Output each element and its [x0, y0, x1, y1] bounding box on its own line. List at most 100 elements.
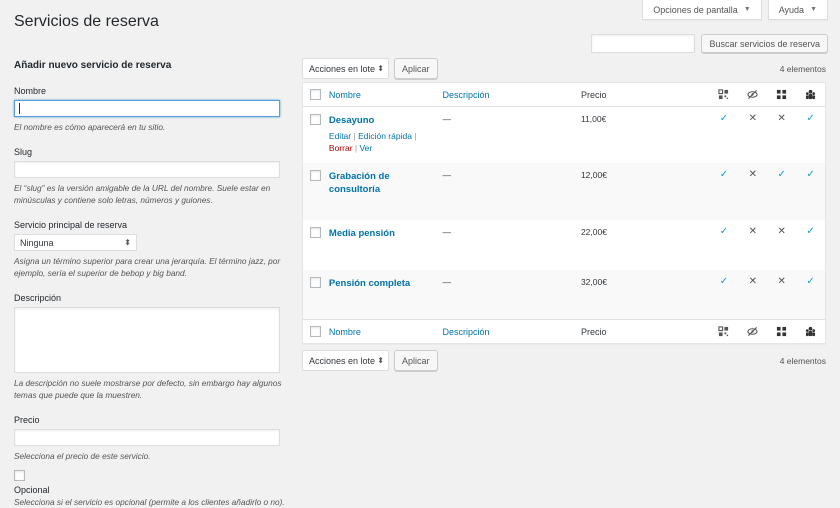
- column-price-footer: Precio: [580, 326, 607, 337]
- terms-table: Nombre Descripción Precio Desayuno Edita…: [302, 82, 826, 344]
- apply-button-bottom[interactable]: Aplicar: [394, 350, 438, 371]
- table-row: Desayuno Editar | Edición rápida | Borra…: [303, 107, 825, 163]
- screen-options-button[interactable]: Opciones de pantalla ▼: [642, 0, 762, 20]
- check-icon: ✓: [806, 226, 815, 237]
- row-checkbox[interactable]: [310, 277, 322, 288]
- table-row: Pensión completa — 32,00€ ✓ ✕ ✕ ✓: [303, 270, 825, 319]
- help-button[interactable]: Ayuda ▼: [767, 0, 828, 20]
- parent-field-wrap: Servicio principal de reserva Ninguna ⬍ …: [14, 220, 294, 279]
- check-icon: ✓: [719, 226, 729, 237]
- select-all-checkbox[interactable]: [310, 89, 322, 100]
- check-icon: ✓: [719, 169, 729, 180]
- description-label: Descripción: [14, 293, 62, 303]
- row-checkbox[interactable]: [310, 114, 322, 125]
- row-price: 11,00€: [580, 114, 607, 124]
- name-label: Nombre: [14, 86, 47, 96]
- help-label: Ayuda: [778, 4, 805, 15]
- slug-field-wrap: Slug El “slug” es la versión amigable de…: [14, 147, 294, 206]
- search-button[interactable]: Buscar servicios de reserva: [701, 34, 828, 53]
- row-description: —: [442, 227, 451, 237]
- view-link[interactable]: Ver: [359, 143, 372, 153]
- column-name-header[interactable]: Nombre: [329, 90, 443, 100]
- qr-grid-icon: [709, 89, 738, 100]
- group-icon: [796, 326, 825, 337]
- check-icon: ✓: [777, 169, 786, 180]
- text-cursor: [19, 103, 20, 114]
- select-all-checkbox-footer[interactable]: [310, 326, 322, 337]
- row-title-link[interactable]: Media pensión: [329, 227, 443, 240]
- column-name-footer[interactable]: Nombre: [329, 327, 443, 337]
- table-footer: Nombre Descripción Precio: [303, 319, 825, 343]
- check-icon: ✓: [719, 276, 729, 287]
- add-term-form: Añadir nuevo servicio de reserva Nombre …: [14, 60, 294, 508]
- page-title: Servicios de reserva: [14, 13, 159, 30]
- delete-link[interactable]: Borrar: [329, 143, 353, 153]
- row-title-link[interactable]: Grabación de consultoría: [329, 170, 443, 196]
- group-icon: [796, 89, 825, 100]
- search-input[interactable]: [591, 34, 696, 53]
- check-icon: ✓: [719, 113, 729, 124]
- cross-icon: ✕: [777, 113, 786, 124]
- name-field-wrap: Nombre El nombre es cómo aparecerá en tu…: [14, 86, 294, 133]
- edit-link[interactable]: Editar: [329, 131, 351, 141]
- bulk-actions-select-bottom[interactable]: Acciones en lote ⬍: [302, 350, 389, 371]
- row-title-link[interactable]: Desayuno: [329, 114, 443, 127]
- optional-checkbox[interactable]: [14, 470, 25, 481]
- row-price: 22,00€: [580, 227, 607, 237]
- price-help: Selecciona el precio de este servicio.: [14, 451, 151, 461]
- price-field-wrap: Precio Selecciona el precio de este serv…: [14, 415, 294, 462]
- cross-icon: ✕: [777, 276, 786, 287]
- row-title-link[interactable]: Pensión completa: [329, 277, 443, 290]
- description-textarea[interactable]: [14, 307, 280, 373]
- row-actions: Editar | Edición rápida | Borrar | Ver: [328, 131, 417, 153]
- quick-edit-link[interactable]: Edición rápida: [358, 131, 412, 141]
- check-icon: ✓: [806, 276, 815, 287]
- price-input[interactable]: [14, 429, 280, 446]
- select-arrows-icon: ⬍: [377, 64, 384, 73]
- column-description-header[interactable]: Descripción: [442, 90, 580, 100]
- parent-help: Asigna un término superior para crear un…: [14, 256, 281, 278]
- screen-meta-links: Opciones de pantalla ▼ Ayuda ▼: [642, 0, 828, 20]
- four-squares-icon: [767, 89, 796, 100]
- items-count: 4 elementos: [779, 63, 826, 74]
- tablenav-bottom: Acciones en lote ⬍ Aplicar 4 elementos: [302, 350, 826, 371]
- form-heading: Añadir nuevo servicio de reserva: [14, 60, 172, 71]
- table-header: Nombre Descripción Precio: [303, 83, 825, 107]
- name-input[interactable]: [14, 100, 280, 117]
- caret-down-icon: ▼: [810, 6, 817, 13]
- row-description: —: [442, 277, 451, 287]
- bulk-actions-value: Acciones en lote: [309, 63, 376, 74]
- row-checkbox[interactable]: [310, 170, 322, 181]
- cross-icon: ✕: [748, 226, 757, 237]
- slug-input[interactable]: [14, 161, 280, 178]
- optional-field-wrap: Opcional Selecciona si el servicio es op…: [14, 470, 294, 508]
- eye-slash-icon: [738, 89, 767, 100]
- check-icon: ✓: [806, 169, 815, 180]
- caret-down-icon: ▼: [743, 6, 751, 13]
- cross-icon: ✕: [777, 226, 786, 237]
- column-description-footer[interactable]: Descripción: [442, 327, 580, 337]
- apply-button[interactable]: Aplicar: [394, 58, 438, 79]
- tablenav-top: Acciones en lote ⬍ Aplicar 4 elementos: [302, 58, 826, 79]
- cross-icon: ✕: [748, 113, 757, 124]
- slug-label: Slug: [14, 147, 33, 157]
- qr-grid-icon: [709, 326, 738, 337]
- four-squares-icon: [767, 326, 796, 337]
- optional-help: Selecciona si el servicio es opcional (p…: [14, 497, 285, 507]
- eye-slash-icon: [738, 326, 767, 337]
- table-row: Media pensión — 22,00€ ✓ ✕ ✕ ✓: [303, 220, 825, 270]
- screen-options-label: Opciones de pantalla: [653, 4, 738, 15]
- bulk-actions-value: Acciones en lote: [309, 355, 376, 366]
- slug-help: El “slug” es la versión amigable de la U…: [14, 183, 271, 205]
- cross-icon: ✕: [748, 169, 757, 180]
- parent-select[interactable]: Ninguna ⬍: [14, 234, 137, 251]
- name-help: El nombre es cómo aparecerá en tu sitio.: [14, 122, 166, 132]
- row-description: —: [442, 170, 451, 180]
- search-box: Buscar servicios de reserva: [591, 34, 828, 53]
- bulk-actions-select[interactable]: Acciones en lote ⬍: [302, 58, 389, 79]
- description-help: La descripción no suele mostrarse por de…: [14, 378, 282, 400]
- row-checkbox[interactable]: [310, 227, 322, 238]
- cross-icon: ✕: [748, 276, 757, 287]
- description-field-wrap: Descripción La descripción no suele most…: [14, 293, 294, 401]
- price-label: Precio: [14, 415, 40, 425]
